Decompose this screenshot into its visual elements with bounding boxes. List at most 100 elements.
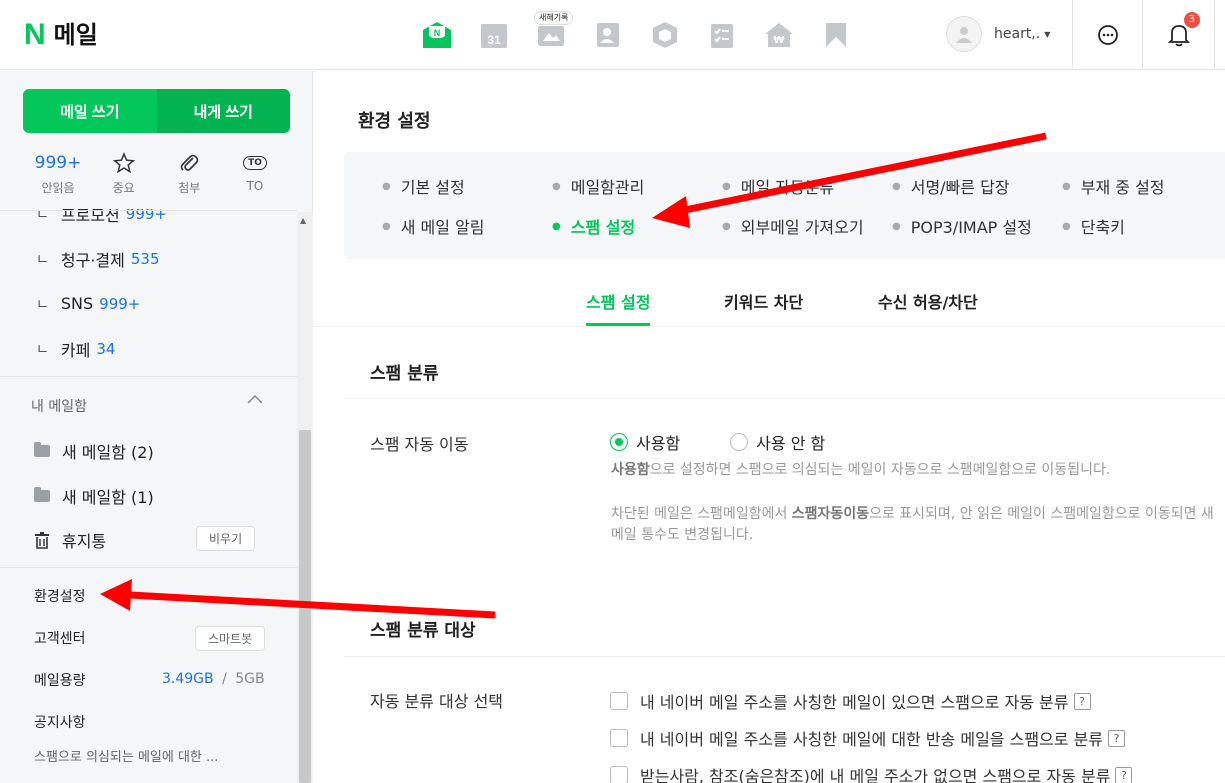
- option-bounce-mail[interactable]: 내 네이버 메일 주소를 사칭한 메일에 대한 반송 메일을 스팸으로 분류 ?: [610, 726, 1126, 750]
- menu-import-external-mail[interactable]: ● 외부메일 가져오기: [722, 214, 864, 238]
- checkbox[interactable]: [610, 766, 628, 783]
- trash-icon: [35, 532, 49, 549]
- tab-allow-block[interactable]: 수신 허용/차단: [878, 289, 978, 325]
- unread-label: 안읽음: [41, 181, 75, 195]
- username: heart,.: [994, 26, 1041, 42]
- menu-pop3-imap[interactable]: ● POP3/IMAP 설정: [892, 214, 1032, 238]
- sidebar-scrollbar[interactable]: ▲: [297, 212, 313, 783]
- chat-button[interactable]: [1091, 18, 1125, 52]
- avatar: [946, 16, 982, 52]
- to-me-filter[interactable]: TO TO: [230, 151, 280, 196]
- household-ledger-app-icon[interactable]: ₩: [762, 18, 795, 51]
- auto-move-description: 사용함으로 설정하면 스팸으로 의심되는 메일이 자동으로 스팸메일함으로 이동…: [611, 462, 1111, 478]
- mail-app: N 메일 N 31 새해기록 ₩ heart,. ▼ 3 메일 쓰기 내게 쓰기…: [0, 0, 1225, 783]
- important-label: 중요: [112, 181, 135, 195]
- help-icon[interactable]: ?: [1115, 766, 1133, 783]
- divider: [0, 376, 297, 377]
- svg-text:₩: ₩: [773, 35, 784, 46]
- menu-basic-settings[interactable]: ● 기본 설정: [382, 174, 465, 198]
- star-icon: [99, 151, 149, 175]
- storage-separator: /: [222, 671, 227, 687]
- help-icon[interactable]: ?: [1108, 729, 1126, 747]
- top-header: N 메일 N 31 새해기록 ₩ heart,. ▼ 3: [0, 0, 1225, 70]
- tab-spam-settings[interactable]: 스팸 설정: [586, 289, 651, 326]
- spam-classification-heading: 스팸 분류: [370, 364, 439, 384]
- checkbox[interactable]: [610, 692, 628, 710]
- auto-move-radio-group: 사용함 사용 안 함: [610, 430, 825, 454]
- folder-sns[interactable]: ㄴ SNS 999+: [0, 281, 297, 326]
- contacts-app-icon[interactable]: [591, 18, 624, 51]
- radio-not-use[interactable]: 사용 안 함: [730, 430, 825, 454]
- paperclip-icon: [164, 151, 214, 175]
- checkbox[interactable]: [610, 729, 628, 747]
- compose-group: 메일 쓰기 내게 쓰기: [23, 89, 290, 133]
- menu-signature-quick-reply[interactable]: ● 서명/빠른 답장: [892, 174, 1010, 198]
- radio-use[interactable]: 사용함: [610, 430, 680, 454]
- menu-shortcuts[interactable]: ● 단축키: [1062, 214, 1125, 238]
- to-icon: TO: [230, 151, 280, 175]
- mybox-app-icon[interactable]: [648, 18, 681, 51]
- category-folder-list: ㄴ 프로모션 999+ ㄴ 청구·결제 535 ㄴ SNS 999+ ㄴ 카페 …: [0, 191, 297, 371]
- help-icon[interactable]: ?: [1073, 692, 1091, 710]
- chevron-up-icon[interactable]: [246, 393, 264, 409]
- compose-mail-button[interactable]: 메일 쓰기: [23, 89, 157, 133]
- trash-folder[interactable]: 휴지통: [34, 528, 106, 552]
- storage-usage: 3.49GB / 5GB: [162, 671, 265, 687]
- write-to-self-button[interactable]: 내게 쓰기: [156, 89, 290, 133]
- mail-app-icon[interactable]: N: [420, 18, 453, 51]
- folder-cafe[interactable]: ㄴ 카페 34: [0, 326, 297, 371]
- menu-mailbox-management[interactable]: ● 메일함관리: [552, 174, 644, 198]
- divider: [0, 567, 297, 568]
- folder-billing[interactable]: ㄴ 청구·결제 535: [0, 236, 297, 281]
- my-mailbox-title: 내 메일함: [31, 399, 87, 415]
- notice-text[interactable]: 스팸으로 의심되는 메일에 대한 ...: [34, 746, 218, 765]
- menu-new-mail-alert[interactable]: ● 새 메일 알림: [382, 214, 485, 238]
- radio-use-indicator[interactable]: [610, 433, 628, 451]
- caret-down-icon: ▼: [1044, 29, 1051, 39]
- naver-mail-logo[interactable]: N 메일: [24, 18, 98, 52]
- storage-used: 3.49GB: [162, 671, 214, 687]
- divider: [0, 210, 297, 211]
- blocked-mail-description: 차단된 메일은 스팸메일함에서 스팸자동이동으로 표시되며, 안 읽은 메일이 …: [611, 506, 1214, 543]
- smartbot-button[interactable]: 스마트봇: [195, 626, 266, 651]
- my-folder-1[interactable]: 새 메일함 (2): [34, 439, 154, 463]
- bookmark-app-icon[interactable]: [819, 18, 852, 51]
- notice-link[interactable]: 공지사항: [34, 712, 86, 732]
- storage-total: 5GB: [235, 671, 265, 687]
- attachment-label: 첨부: [178, 181, 201, 195]
- empty-trash-button[interactable]: 비우기: [196, 526, 256, 551]
- folder-icon: [34, 442, 50, 457]
- scroll-up-icon[interactable]: ▲: [300, 216, 306, 225]
- option-spoofed-address[interactable]: 내 네이버 메일 주소를 사칭한 메일이 있으면 스팸으로 자동 분류 ?: [610, 689, 1091, 713]
- divider: [344, 398, 1225, 399]
- scroll-thumb[interactable]: [299, 430, 311, 783]
- support-center-link[interactable]: 고객센터: [34, 628, 86, 648]
- header-divider: [1072, 0, 1073, 70]
- svg-text:N: N: [433, 28, 440, 38]
- user-profile[interactable]: heart,. ▼: [946, 16, 1050, 52]
- naver-logo-mark: N: [24, 18, 46, 51]
- user-icon: [956, 27, 972, 43]
- folder-icon: [34, 487, 50, 502]
- important-filter[interactable]: 중요: [99, 151, 149, 196]
- my-folder-2[interactable]: 새 메일함 (1): [34, 484, 154, 508]
- radio-not-use-indicator[interactable]: [730, 433, 749, 451]
- menu-spam-settings[interactable]: ● 스팸 설정: [552, 214, 635, 238]
- calendar-app-icon[interactable]: 31: [477, 18, 510, 51]
- tab-keyword-block[interactable]: 키워드 차단: [724, 289, 803, 325]
- page-title: 환경 설정: [358, 111, 431, 132]
- notification-button[interactable]: 3: [1162, 12, 1200, 52]
- header-divider: [1142, 0, 1143, 70]
- spam-target-heading: 스팸 분류 대상: [370, 621, 476, 641]
- todo-app-icon[interactable]: [705, 18, 738, 51]
- menu-auto-sort[interactable]: ● 메일 자동분류: [722, 174, 834, 198]
- settings-link[interactable]: 환경설정: [34, 586, 86, 606]
- option-no-recipient[interactable]: 받는사람, 참조(숨은참조)에 내 메일 주소가 없으면 스팸으로 자동 분류 …: [610, 763, 1133, 783]
- menu-out-of-office[interactable]: ● 부재 중 설정: [1062, 174, 1165, 198]
- attachment-filter[interactable]: 첨부: [164, 151, 214, 196]
- auto-move-label: 스팸 자동 이동: [370, 435, 469, 454]
- unread-filter[interactable]: 999+ 안읽음: [33, 151, 83, 196]
- app-switcher: N 31 새해기록 ₩: [420, 11, 852, 51]
- notification-count-badge: 3: [1183, 12, 1200, 28]
- memo-record-app-icon[interactable]: 새해기록: [534, 11, 574, 51]
